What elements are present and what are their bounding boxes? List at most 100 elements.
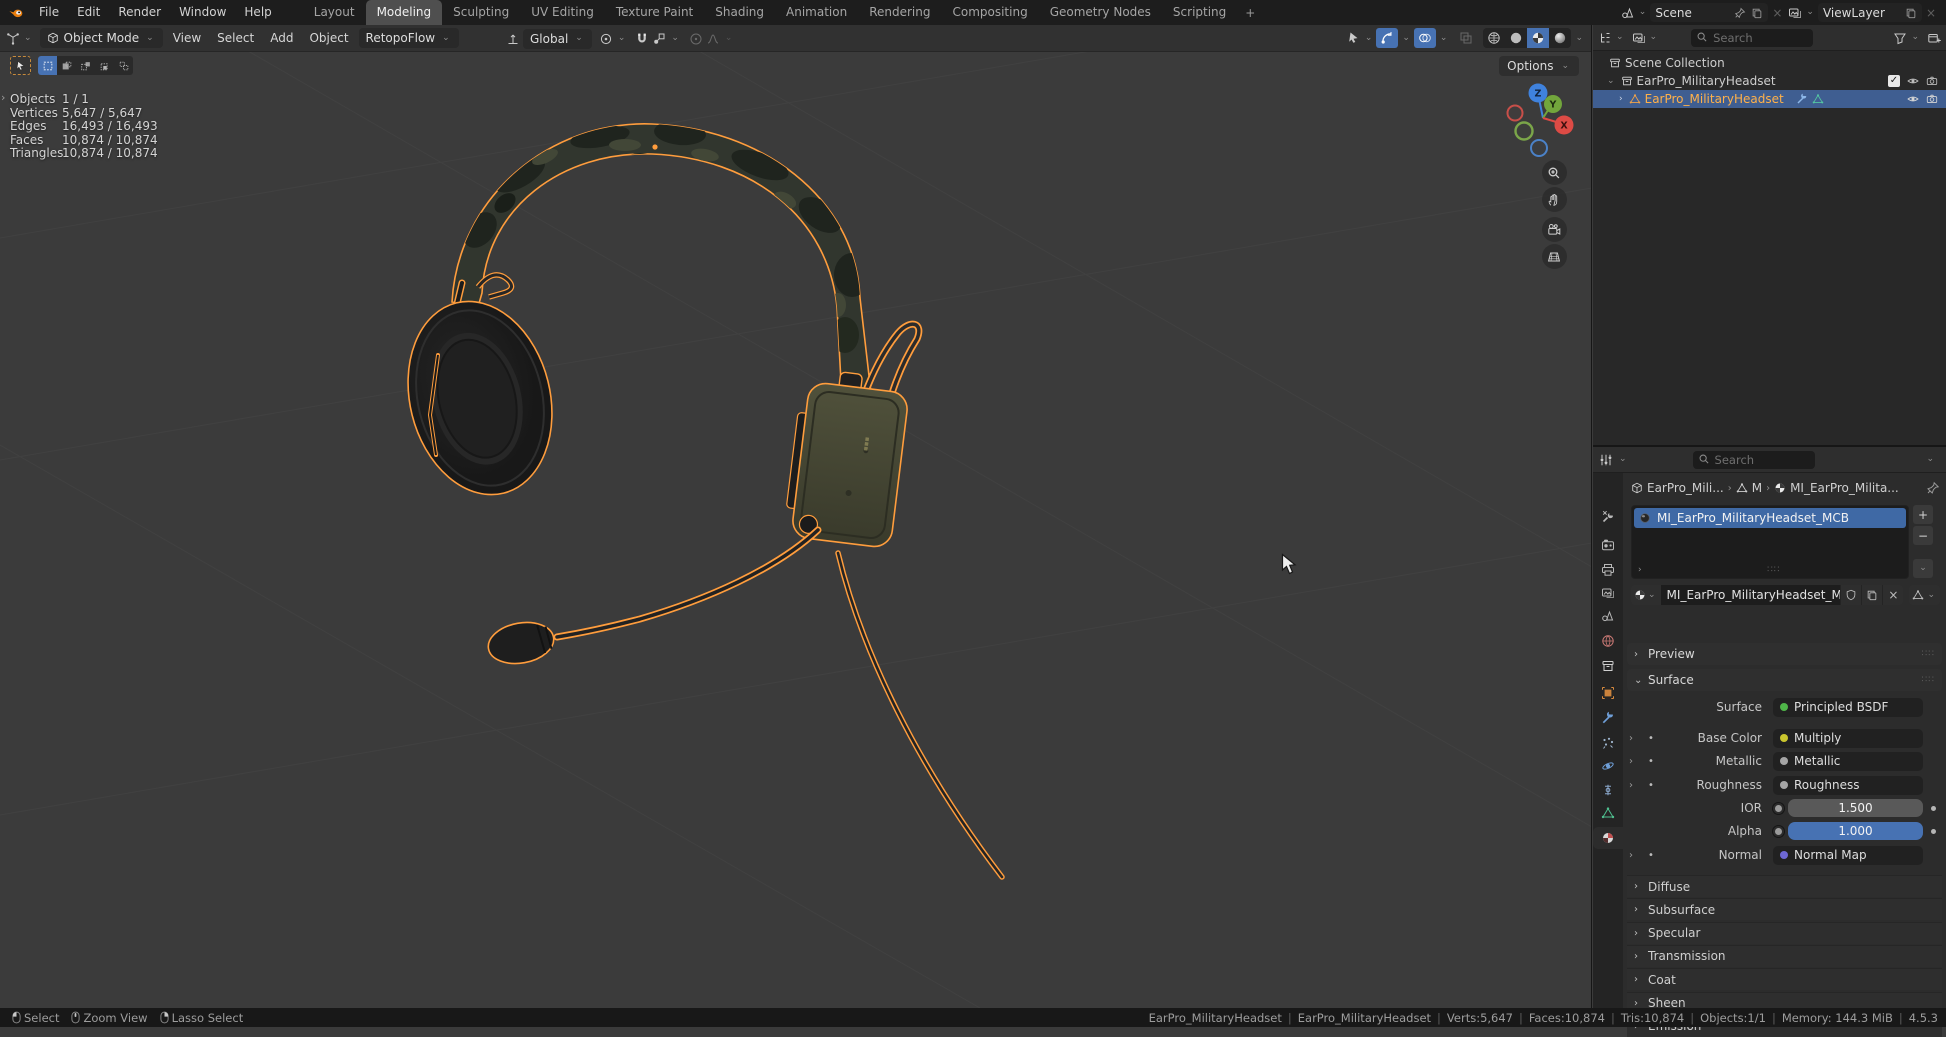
toolbar-expand-arrow[interactable]: › <box>1 91 5 104</box>
shading-rendered-button[interactable] <box>1549 28 1571 48</box>
zoom-button[interactable] <box>1542 160 1567 185</box>
editor-type-button[interactable] <box>6 31 20 45</box>
material-slot-list[interactable]: MI_EarPro_MilitaryHeadset_MCB › ∷∷ <box>1631 505 1909 579</box>
camera-view-button[interactable] <box>1542 217 1567 242</box>
proportional-edit-icon[interactable] <box>689 32 703 46</box>
workspace-tab-compositing[interactable]: Compositing <box>941 0 1038 25</box>
viewport-menu-add[interactable]: Add <box>262 25 301 52</box>
animate-dot-icon[interactable]: • <box>1644 850 1658 861</box>
panel-coat[interactable]: ›Coat <box>1627 968 1942 990</box>
snap-target-icon[interactable] <box>652 32 666 46</box>
object-visibility-icon[interactable] <box>1347 31 1361 45</box>
animate-dot-icon[interactable]: • <box>1644 780 1658 791</box>
slot-specials-button[interactable]: ⌄ <box>1913 559 1933 578</box>
alpha-slider[interactable]: 1.000 <box>1788 822 1923 840</box>
add-workspace-button[interactable]: + <box>1237 6 1263 20</box>
menu-file[interactable]: File <box>30 0 68 25</box>
unlink-material-button[interactable]: × <box>1882 585 1903 605</box>
viewport-menu-view[interactable]: View <box>165 25 209 52</box>
animate-dot-icon[interactable]: • <box>1644 756 1658 767</box>
material-slot-selected[interactable]: MI_EarPro_MilitaryHeadset_MCB <box>1634 508 1906 528</box>
properties-tab-particles[interactable] <box>1593 732 1623 754</box>
property-value-field[interactable]: Metallic <box>1773 752 1923 771</box>
properties-tab-collection[interactable] <box>1593 655 1623 677</box>
hide-eye-icon[interactable] <box>1907 93 1919 105</box>
node-tree-toggle[interactable]: ⌄ <box>1909 585 1940 605</box>
property-value-field[interactable]: Principled BSDF <box>1773 698 1923 717</box>
select-mode-invert[interactable] <box>95 56 114 75</box>
viewport-menu-object[interactable]: Object <box>301 25 356 52</box>
outliner-editor-type-button[interactable] <box>1598 31 1612 45</box>
viewport-3d[interactable]: ▪▪▪ ⌄ Object Mode ⌄ <box>0 25 1592 1008</box>
pin-id-icon[interactable] <box>1926 481 1940 495</box>
decorator-dot-icon[interactable] <box>1931 829 1936 834</box>
menu-render[interactable]: Render <box>109 0 170 25</box>
mesh-data-badge-icon[interactable] <box>1812 93 1824 105</box>
panel-surface[interactable]: ⌄ Surface ∷∷ <box>1627 669 1942 691</box>
panel-transmission[interactable]: ›Transmission <box>1627 945 1942 967</box>
viewport-menu-select[interactable]: Select <box>209 25 262 52</box>
menu-help[interactable]: Help <box>235 0 280 25</box>
navigation-gizmo[interactable]: Z Y X <box>1506 82 1586 168</box>
collection-row[interactable]: ⌄ EarPro_MilitaryHeadset ✓ <box>1593 72 1946 90</box>
retopoflow-menu[interactable]: RetopoFlow ⌄ <box>359 28 459 48</box>
workspace-tab-uv-editing[interactable]: UV Editing <box>520 0 605 25</box>
shading-wireframe-button[interactable] <box>1483 28 1505 48</box>
properties-tab-tool[interactable] <box>1593 505 1623 527</box>
pan-button[interactable] <box>1542 187 1567 212</box>
workspace-tab-modeling[interactable]: Modeling <box>366 0 443 25</box>
slot-filter-arrow[interactable]: › <box>1636 566 1644 575</box>
scene-collection-row[interactable]: Scene Collection <box>1593 54 1946 72</box>
scene-selector[interactable]: ⌄ Scene × <box>1621 3 1785 22</box>
ortho-toggle-button[interactable] <box>1542 244 1567 269</box>
properties-tab-constraints[interactable] <box>1593 779 1623 801</box>
copy-viewlayer-icon[interactable] <box>1905 7 1917 19</box>
breadcrumb-object[interactable]: EarPro_Mili... <box>1647 481 1724 495</box>
pin-icon[interactable] <box>1734 7 1746 19</box>
panel-subsurface[interactable]: ›Subsurface <box>1627 898 1942 920</box>
outliner-search-input[interactable] <box>1691 29 1813 47</box>
properties-editor-type-button[interactable] <box>1599 453 1613 467</box>
expand-icon[interactable]: › <box>1629 733 1644 744</box>
expand-icon[interactable]: › <box>1629 850 1644 861</box>
properties-tab-material[interactable] <box>1593 827 1623 849</box>
properties-search-input[interactable] <box>1693 451 1815 469</box>
workspace-tab-animation[interactable]: Animation <box>775 0 858 25</box>
decorator-dot-icon[interactable] <box>1931 806 1936 811</box>
add-slot-button[interactable]: + <box>1913 505 1933 524</box>
select-mode-subtract[interactable] <box>76 56 95 75</box>
material-name-field[interactable]: MI_EarPro_MilitaryHeadset_MCB <box>1661 585 1841 605</box>
properties-tab-data[interactable] <box>1593 802 1623 824</box>
panel-preview[interactable]: › Preview ∷∷ <box>1627 643 1942 665</box>
copy-scene-icon[interactable] <box>1751 7 1763 19</box>
outliner-filter-icon[interactable] <box>1893 31 1907 45</box>
select-mode-new[interactable] <box>38 56 57 75</box>
workspace-tab-layout[interactable]: Layout <box>303 0 366 25</box>
orientation-dropdown[interactable]: Global ⌄ <box>523 29 592 49</box>
modifier-badge-icon[interactable] <box>1796 93 1808 105</box>
shading-material-button[interactable] <box>1527 28 1549 48</box>
select-mode-extend[interactable] <box>57 56 76 75</box>
viewlayer-selector[interactable]: ⌄ ViewLayer × <box>1788 3 1938 22</box>
axis-neg-y[interactable] <box>1516 123 1533 140</box>
properties-tab-modifiers[interactable] <box>1593 707 1623 729</box>
properties-tab-object[interactable] <box>1593 682 1623 704</box>
shading-solid-button[interactable] <box>1505 28 1527 48</box>
viewlayer-name[interactable]: ViewLayer <box>1823 6 1900 20</box>
workspace-tab-geometry-nodes[interactable]: Geometry Nodes <box>1039 0 1162 25</box>
panel-specular[interactable]: ›Specular <box>1627 922 1942 944</box>
new-collection-button[interactable] <box>1927 31 1941 45</box>
axis-neg-x[interactable] <box>1508 106 1523 121</box>
workspace-tab-shading[interactable]: Shading <box>704 0 775 25</box>
new-material-button[interactable] <box>1861 585 1882 605</box>
viewport-canvas[interactable]: ▪▪▪ <box>0 25 1592 1008</box>
expand-icon[interactable]: › <box>1629 756 1644 767</box>
snap-toggle-icon[interactable] <box>635 32 649 46</box>
delete-viewlayer-button[interactable]: × <box>1924 6 1938 20</box>
ior-slider[interactable]: 1.500 <box>1788 799 1923 817</box>
workspace-tab-scripting[interactable]: Scripting <box>1162 0 1237 25</box>
properties-tab-world[interactable] <box>1593 630 1623 652</box>
menu-edit[interactable]: Edit <box>68 0 109 25</box>
scene-name[interactable]: Scene <box>1655 6 1729 20</box>
object-row-selected[interactable]: › EarPro_MilitaryHeadset <box>1593 90 1946 108</box>
